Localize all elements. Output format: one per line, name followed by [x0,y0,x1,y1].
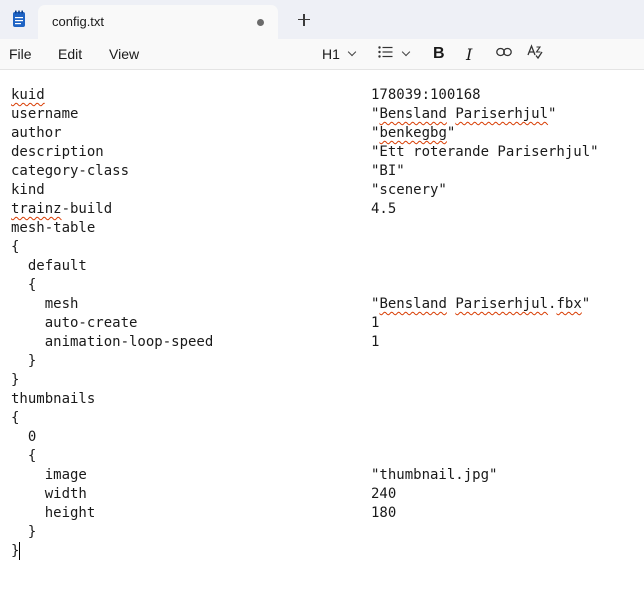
line-value: "BI" [371,163,405,179]
bold-icon: B [433,45,445,62]
notepad-app-icon [12,10,26,28]
line-key: width [11,486,87,502]
line-key: animation-loop-speed [11,334,214,350]
line-key: { [11,410,20,426]
spell-error: Bensland [379,296,447,312]
line-key: 0 [11,429,37,445]
chevron-down-icon [401,47,411,57]
line-key: kuid [11,87,45,103]
line-key: trainz-build [11,201,113,217]
line-key: category-class [11,163,130,179]
line-value: 178039:100168 [371,87,481,103]
line-value: "thumbnail.jpg" [371,467,498,483]
line-key: thumbnails [11,391,96,407]
new-tab-plus-icon[interactable] [294,10,314,30]
line-key: { [11,448,37,464]
line-value: "scenery" [371,182,447,198]
tab-title: config.txt [52,14,105,29]
line-value: "Bensland Pariserhjul.fbx" [371,296,591,312]
close-tab-dot-icon[interactable] [257,19,264,26]
tab-config-txt[interactable]: config.txt [38,5,278,39]
line-key: mesh-table [11,220,96,236]
spell-error: fbx [556,296,582,312]
link-button[interactable] [496,43,512,65]
spellcheck-button[interactable] [527,43,543,65]
italic-button[interactable]: I [466,43,472,65]
menu-view[interactable]: View [109,46,139,62]
spell-error: Pariserhjul [455,106,549,122]
line-key: } [11,524,37,540]
text-editor[interactable]: kuid 178039:100168 username "Bensland Pa… [0,70,644,604]
line-value: 180 [371,505,397,521]
line-key: auto-create [11,315,138,331]
bullet-list-icon [378,45,394,63]
italic-icon: I [466,44,473,64]
line-key: kind [11,182,45,198]
menu-bar: File Edit View H1 B I [0,39,644,70]
spellcheck-icon [527,43,543,65]
line-key: } [11,353,37,369]
line-key: default [11,258,87,274]
line-key: author [11,125,62,141]
spell-error: Bensland [379,106,447,122]
spell-error: Pariserhjul [455,296,549,312]
heading-dropdown[interactable]: H1 [322,43,357,65]
line-value: "benkegbg" [371,125,456,141]
text-cursor [19,542,20,560]
line-key: image [11,467,87,483]
line-value: 1 [371,334,380,350]
line-key: username [11,106,79,122]
line-value: 240 [371,486,397,502]
spell-error: trainz [11,201,62,217]
line-value: "Ett roterande Pariserhjul" [371,144,599,160]
heading-label: H1 [322,46,340,62]
editor-line: kuid [11,86,45,105]
chevron-down-icon [347,47,357,57]
line-value: 1 [371,315,380,331]
link-icon [496,45,512,63]
line-key: description [11,144,104,160]
line-key: { [11,239,20,255]
bold-button[interactable]: B [433,43,445,65]
spell-error: benkegbg [379,125,447,141]
list-dropdown[interactable] [378,43,411,65]
menu-edit[interactable]: Edit [58,46,82,62]
line-value: 4.5 [371,201,397,217]
line-key: mesh [11,296,79,312]
title-bar: config.txt [0,0,644,39]
line-value: "Bensland Pariserhjul" [371,106,557,122]
line-key: height [11,505,96,521]
line-key: } [11,372,20,388]
line-key: { [11,277,37,293]
menu-file[interactable]: File [9,46,32,62]
